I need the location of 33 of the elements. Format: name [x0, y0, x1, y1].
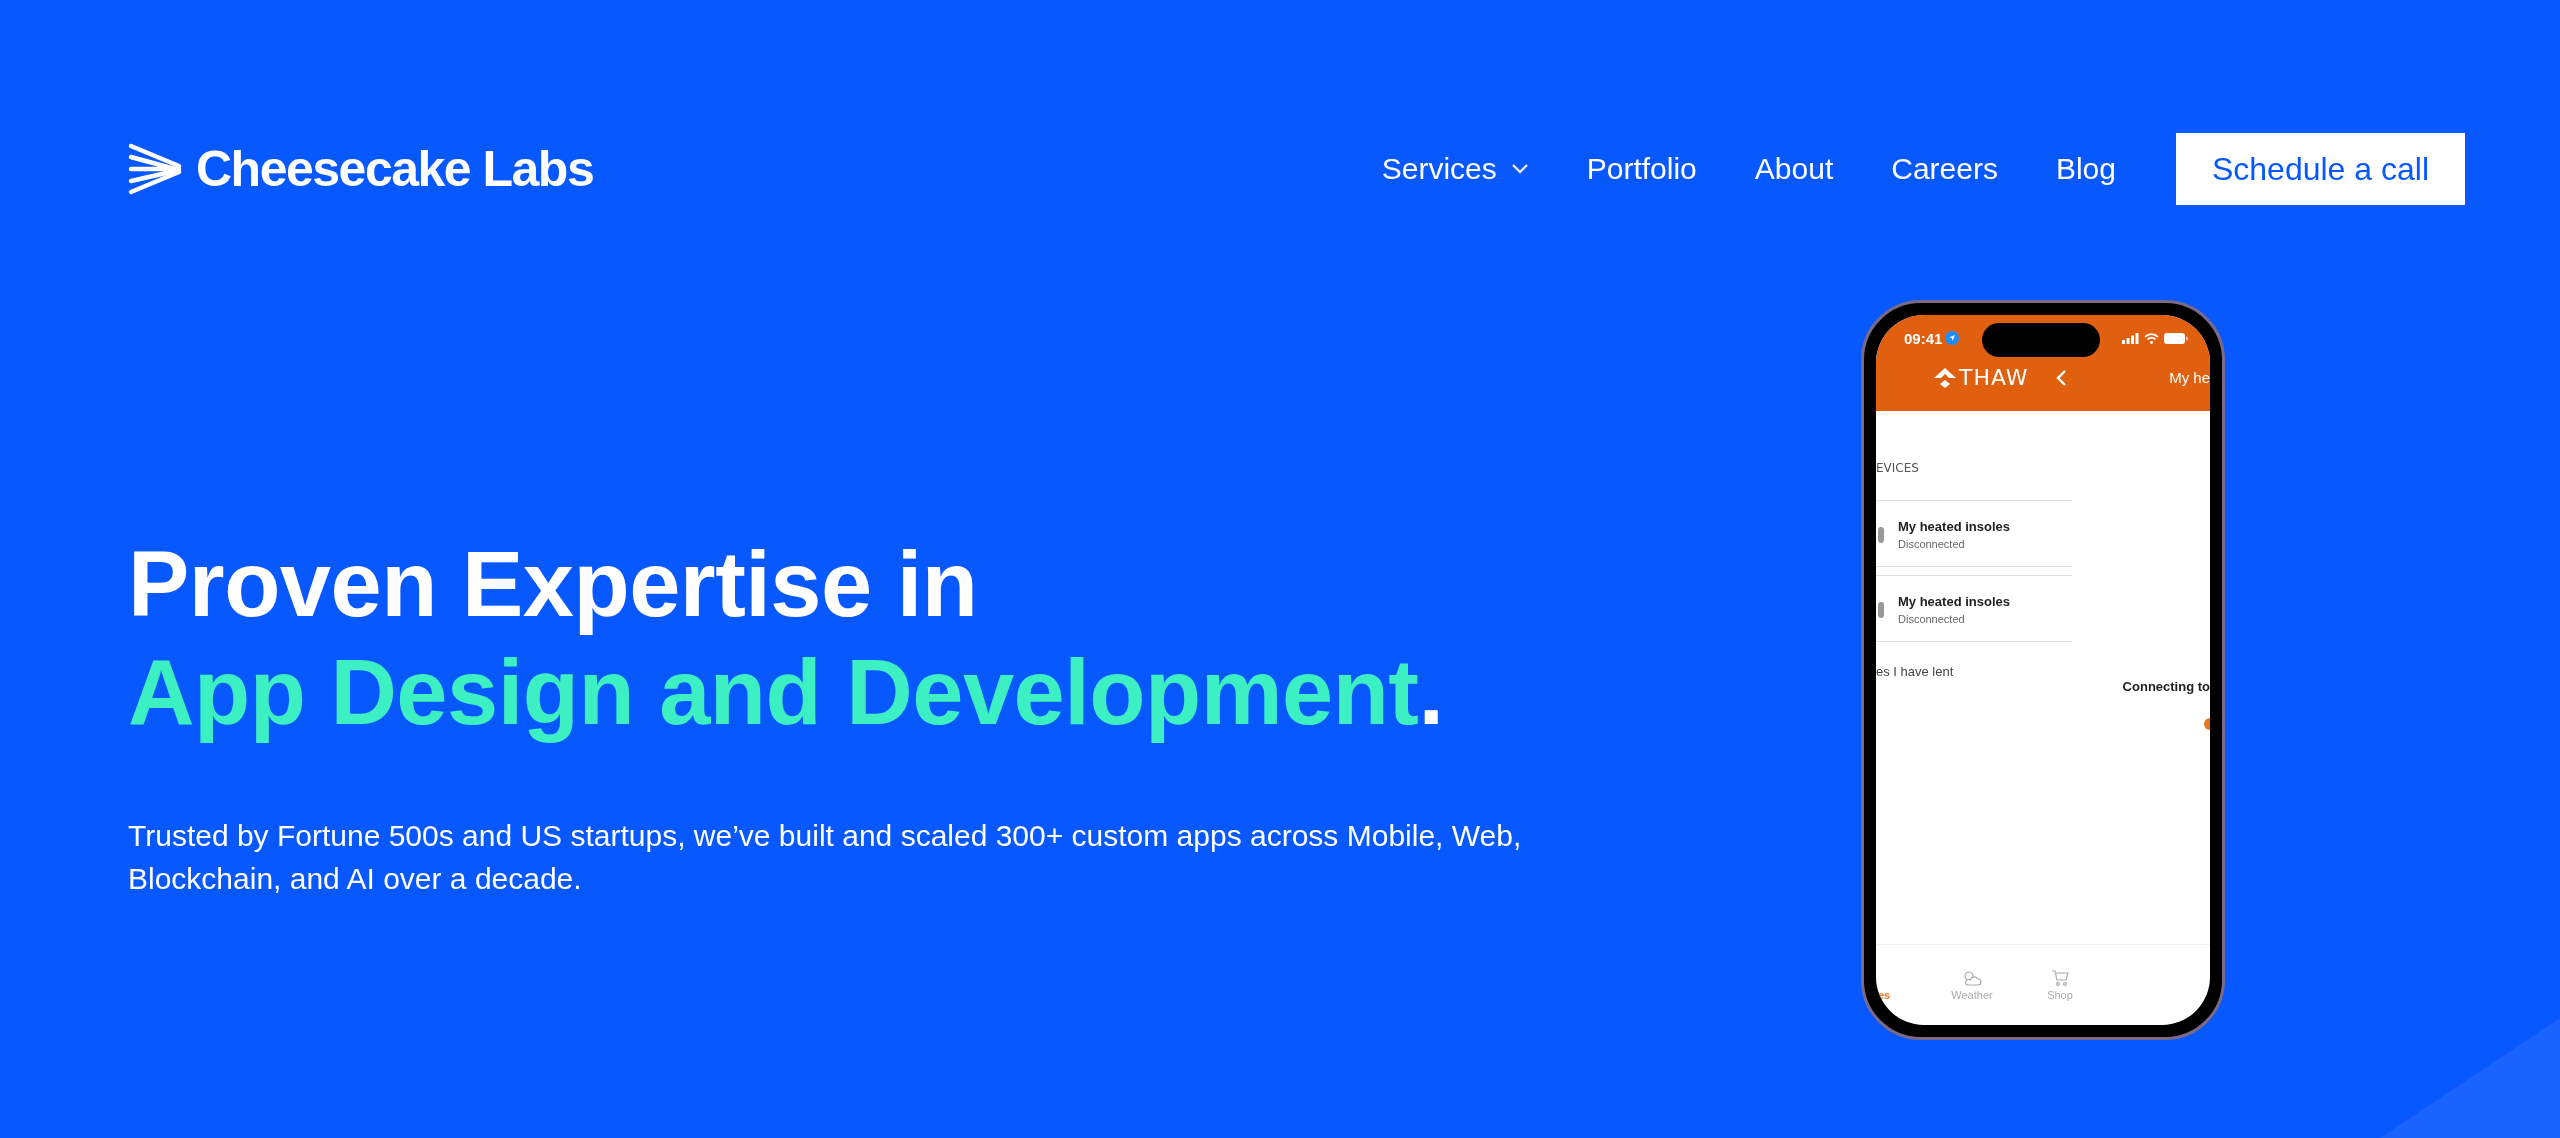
connecting-text: Connecting to [2122, 679, 2210, 694]
lent-label: es I have lent [1876, 664, 1955, 679]
back-icon[interactable] [2054, 368, 2067, 387]
device-row[interactable]: My heated insoles Disconnected [1876, 575, 2072, 642]
section-label: EVICES [1876, 461, 1920, 475]
nav-link[interactable]: Services [1381, 152, 1529, 186]
nav-link[interactable]: Portfolio [1586, 152, 1697, 186]
chevron-down-icon [1510, 163, 1529, 175]
description: Trusted by Fortune 500s and US startups, we’ve built and scaled 300+ custom apps across Mobile, Web, Blockchain, and AI over a decade. [128, 818, 1523, 897]
nav-link[interactable]: Careers [1891, 152, 1998, 186]
signal-icon [2122, 332, 2139, 344]
logo-text: Cheesecake Labs [196, 140, 594, 198]
status-time: 09:41 [1904, 329, 1960, 347]
brand-logo-icon [1934, 367, 1956, 388]
logo-icon [128, 142, 182, 196]
device-name: My heated insoles [1898, 519, 2010, 534]
device-status: Disconnected [1898, 613, 1966, 625]
weather-icon [1961, 969, 1983, 987]
nav-link[interactable]: Blog [2055, 152, 2116, 186]
device-name: My heated insoles [1898, 594, 2010, 609]
headline: Proven Expertise in App Design and Development. [128, 532, 1445, 745]
device-row[interactable]: My heated insoles Disconnected [1876, 501, 2072, 567]
cart-icon [2051, 969, 2069, 987]
brand-name: THAW [1959, 365, 2029, 390]
location-icon [1945, 331, 1960, 345]
nav-link[interactable]: About [1754, 152, 1834, 186]
schedule-call-button[interactable]: Schedule a call [2175, 133, 2465, 205]
insole-icon [1878, 526, 1884, 543]
screen-title: My he [2169, 369, 2210, 386]
insole-icon [1878, 601, 1884, 618]
device-status: Disconnected [1898, 538, 1966, 550]
wifi-icon [2144, 332, 2159, 344]
battery-icon [2164, 332, 2188, 344]
